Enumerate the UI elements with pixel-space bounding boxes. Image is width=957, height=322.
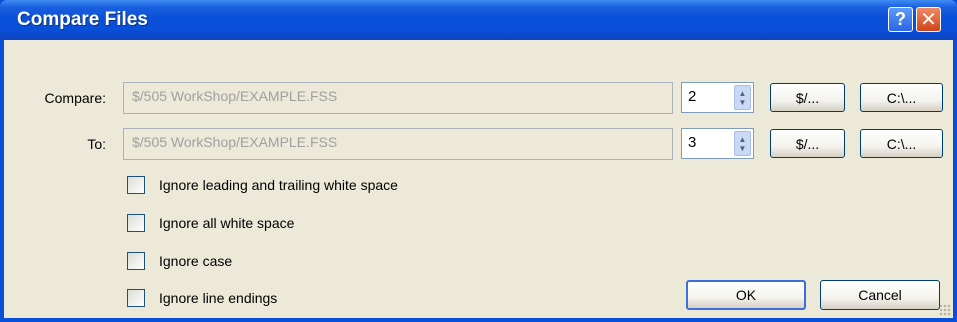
compare-files-dialog: Compare Files ? ✕ Compare: $/505 WorkSho… xyxy=(0,0,957,322)
compare-path-field[interactable]: $/505 WorkShop/EXAMPLE.FSS xyxy=(123,82,673,114)
option-label: Ignore line endings xyxy=(159,290,278,306)
resize-grip-icon[interactable] xyxy=(939,304,951,316)
cancel-button[interactable]: Cancel xyxy=(820,280,940,310)
checkbox[interactable] xyxy=(127,214,145,232)
help-button[interactable]: ? xyxy=(888,7,913,32)
to-local-browse-button[interactable]: C:\... xyxy=(860,129,943,158)
title-bar[interactable]: Compare Files ? ✕ xyxy=(0,0,957,40)
compare-version-value: 2 xyxy=(688,88,697,105)
compare-label: Compare: xyxy=(44,90,106,106)
spinner-arrows-icon[interactable]: ▲ ▼ xyxy=(734,131,751,156)
to-path-field[interactable]: $/505 WorkShop/EXAMPLE.FSS xyxy=(123,128,673,160)
spinner-arrows-icon[interactable]: ▲ ▼ xyxy=(734,85,751,110)
help-icon: ? xyxy=(895,9,906,29)
to-version-value: 3 xyxy=(688,134,697,151)
compare-version-spinner[interactable]: 2 ▲ ▼ xyxy=(681,82,754,113)
compare-local-browse-button[interactable]: C:\... xyxy=(860,83,943,112)
close-button[interactable]: ✕ xyxy=(916,7,941,32)
close-icon: ✕ xyxy=(920,9,937,31)
option-label: Ignore all white space xyxy=(159,215,295,231)
ok-button[interactable]: OK xyxy=(686,280,806,310)
to-label: To: xyxy=(87,136,106,152)
to-vss-browse-button[interactable]: $/... xyxy=(770,129,845,158)
checkbox[interactable] xyxy=(127,252,145,270)
option-ignore-all-white-space[interactable]: Ignore all white space xyxy=(127,214,294,232)
option-label: Ignore leading and trailing white space xyxy=(159,177,398,193)
option-ignore-leading-trailing[interactable]: Ignore leading and trailing white space xyxy=(127,176,398,194)
checkbox[interactable] xyxy=(127,289,145,307)
checkbox[interactable] xyxy=(127,176,145,194)
option-ignore-case[interactable]: Ignore case xyxy=(127,252,232,270)
dialog-body: Compare: $/505 WorkShop/EXAMPLE.FSS 2 ▲ ▼… xyxy=(4,40,953,318)
window-title: Compare Files xyxy=(17,9,148,30)
compare-vss-browse-button[interactable]: $/... xyxy=(770,83,845,112)
option-label: Ignore case xyxy=(159,253,233,269)
to-version-spinner[interactable]: 3 ▲ ▼ xyxy=(681,128,754,159)
option-ignore-line-endings[interactable]: Ignore line endings xyxy=(127,289,277,307)
